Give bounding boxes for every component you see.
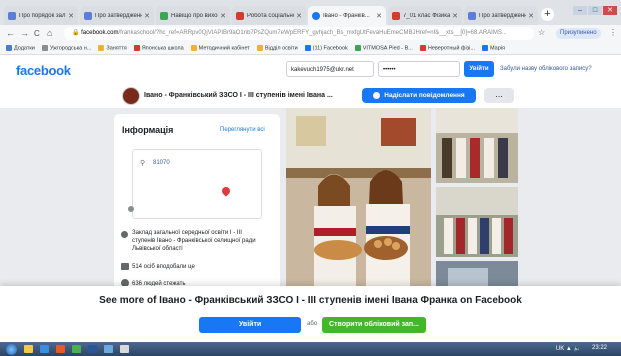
info-icon [128, 206, 134, 212]
location-pin-icon: ⚲ [140, 160, 146, 167]
info-circle-icon [121, 231, 128, 238]
word-icon[interactable] [88, 345, 97, 353]
photo-thumbnail[interactable] [436, 108, 518, 183]
tab-favicon-icon [160, 11, 168, 20]
apps-icon [6, 45, 12, 52]
bookmark-favicon-icon [354, 45, 361, 52]
tab-favicon-icon [468, 11, 476, 20]
system-tray[interactable]: UK ▲ 🔈 [556, 345, 581, 352]
browser-tab[interactable]: Про затвердженн...✕ [464, 6, 538, 25]
close-tab-icon[interactable]: ✕ [528, 12, 534, 20]
school-description: Заклад загальної середньої освіти І - ІІ… [132, 230, 256, 252]
email-field[interactable]: kakevuch1975@ukr.net [286, 61, 374, 77]
see-all-link[interactable]: Переглянути всі [220, 127, 265, 133]
bookmark-item[interactable]: Додатки [6, 45, 35, 52]
star-icon[interactable]: ☆ [538, 28, 545, 37]
facebook-icon [304, 45, 311, 52]
folder-icon [256, 45, 263, 52]
folder-icon [98, 45, 105, 52]
close-tab-icon[interactable]: ✕ [68, 12, 74, 20]
like-icon [121, 263, 129, 270]
profile-button[interactable]: Призупинено [556, 28, 601, 39]
close-tab-icon[interactable]: ✕ [376, 12, 382, 20]
forward-icon[interactable]: → [20, 28, 29, 38]
send-message-button[interactable]: Надіслати повідомлення [362, 88, 476, 103]
browser-tab[interactable]: 7_01 клас Фізика ...✕ [388, 6, 462, 25]
bookmark-favicon-icon [41, 45, 48, 52]
bookmark-item[interactable]: Неверотный фізі... [419, 45, 475, 52]
or-label: або [307, 321, 318, 327]
folder-icon [190, 45, 197, 52]
close-tab-icon[interactable]: ✕ [452, 12, 458, 20]
new-tab-button[interactable]: + [541, 8, 554, 21]
close-tab-icon[interactable]: ✕ [220, 12, 226, 20]
create-account-button[interactable]: Створити обліковий зап... [322, 317, 426, 333]
address-toolbar: ← → C ⌂ 🔒 facebook.com/frankaschool/?hc_… [0, 25, 621, 43]
bookmark-item[interactable]: Марія [482, 45, 505, 52]
browser-tab-active[interactable]: Івано - Франків... ✕ [308, 6, 386, 25]
likes-count: 514 осіб вподобали це [132, 264, 195, 270]
facebook-header: facebook kakevuch1975@ukr.net •••••• Уві… [0, 56, 621, 85]
map-preview[interactable] [132, 149, 262, 219]
tab-favicon-icon [8, 11, 16, 20]
explorer-icon[interactable] [40, 345, 49, 353]
bookmark-item[interactable]: Відділ освіти [256, 45, 298, 52]
app-icon[interactable] [120, 345, 129, 353]
messenger-icon [373, 91, 381, 99]
youtube-icon [419, 45, 426, 52]
tab-favicon-icon [236, 11, 244, 20]
app-icon[interactable] [104, 345, 113, 353]
photo-grid [286, 108, 518, 298]
bookmark-item[interactable]: Заняття [98, 45, 127, 52]
browser-tab[interactable]: Про затвердження ...✕ [80, 6, 154, 25]
see-more-title: See more of Івано - Франківський ЗЗСО І … [99, 295, 522, 306]
facebook-logo[interactable]: facebook [16, 63, 71, 78]
facebook-icon [482, 45, 488, 52]
tab-favicon-icon [392, 11, 400, 20]
photo-thumbnail[interactable] [436, 187, 518, 257]
folder-icon[interactable] [24, 345, 33, 353]
browser-tab[interactable]: Про порядок зал... ✕ [4, 6, 78, 25]
url-bar[interactable]: 🔒 facebook.com/frankaschool/?hc_ref=ARRp… [64, 27, 534, 40]
browser-tab-bar: Про порядок зал...✕ Про затвердження ...… [0, 0, 621, 25]
start-button[interactable] [6, 344, 17, 355]
browser-tab[interactable]: Навіщо про вихова...✕ [156, 6, 230, 25]
info-title: Інформація [122, 125, 174, 135]
browser-tab[interactable]: Робота соціально...✕ [232, 6, 306, 25]
media-icon[interactable] [56, 345, 65, 353]
avatar[interactable] [122, 87, 140, 105]
password-field[interactable]: •••••• [378, 61, 460, 77]
tab-favicon-icon [312, 11, 320, 20]
bookmark-item[interactable]: (11) Facebook [304, 45, 348, 52]
chrome-icon[interactable] [72, 345, 81, 353]
more-options-button[interactable]: ... [484, 88, 514, 103]
close-window-icon[interactable]: ✕ [603, 6, 617, 15]
page-title[interactable]: Івано - Франківський ЗЗСО І - ІІІ ступен… [144, 92, 333, 99]
page-header: Івано - Франківський ЗЗСО І - ІІІ ступен… [0, 84, 621, 108]
maximize-icon[interactable]: □ [588, 6, 602, 15]
banner-login-button[interactable]: Увійти [199, 317, 301, 333]
tab-favicon-icon [84, 11, 92, 20]
reload-icon[interactable]: C [34, 29, 40, 38]
menu-icon[interactable]: ⋮ [609, 28, 617, 37]
lock-icon: 🔒 [72, 30, 82, 36]
zip-code: 81070 [153, 160, 170, 166]
window-controls: – □ ✕ [573, 6, 617, 15]
login-button[interactable]: Увійти [464, 61, 494, 77]
bookmark-item[interactable]: Методичний кабінет [190, 45, 250, 52]
bookmark-item[interactable]: Ужгородська н... [41, 45, 91, 52]
clock[interactable]: 23:22 [592, 345, 607, 351]
main-photo[interactable] [286, 108, 431, 298]
minimize-icon[interactable]: – [573, 6, 587, 15]
bookmark-item[interactable]: VITMOSA Pied - B... [354, 45, 413, 52]
close-tab-icon[interactable]: ✕ [144, 12, 150, 20]
back-icon[interactable]: ← [6, 28, 15, 38]
bookmarks-bar: Додатки Ужгородська н... Заняття Японськ… [0, 43, 621, 55]
home-icon[interactable]: ⌂ [47, 28, 52, 38]
bookmark-item[interactable]: Японська школа [133, 45, 184, 52]
forgot-account-link[interactable]: Забули назву облікового запису? [500, 66, 592, 72]
bookmark-favicon-icon [133, 45, 140, 52]
close-tab-icon[interactable]: ✕ [296, 12, 302, 20]
taskbar: UK ▲ 🔈 23:22 [0, 342, 621, 356]
